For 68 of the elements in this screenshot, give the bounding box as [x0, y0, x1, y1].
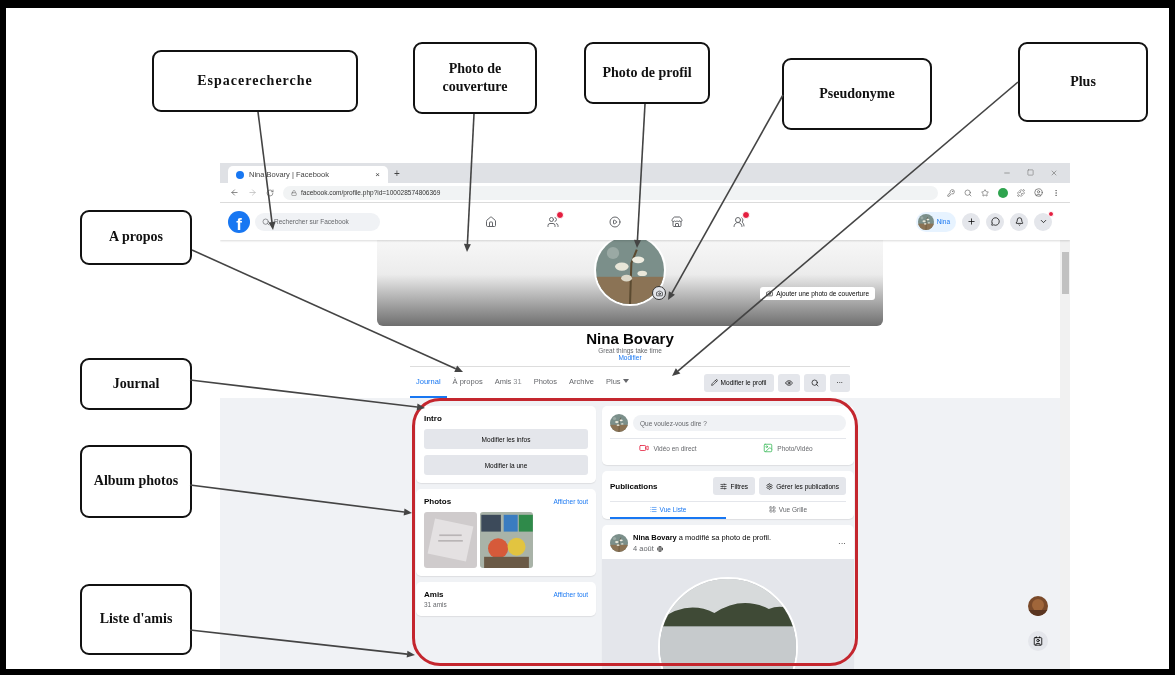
- contacts-icon: [1033, 636, 1043, 646]
- card-title: Intro: [424, 414, 443, 423]
- card-title: Publications: [610, 481, 658, 491]
- callout-label: Journal: [80, 358, 192, 410]
- back-icon: [230, 188, 239, 197]
- post-menu-button[interactable]: ···: [838, 538, 846, 548]
- plus-icon: [966, 217, 976, 226]
- pencil-icon: [710, 379, 718, 386]
- search-icon: [964, 188, 972, 197]
- filter-icon: [720, 482, 728, 490]
- video-camera-icon: [639, 443, 650, 453]
- facebook-logo[interactable]: f: [228, 210, 250, 233]
- search-icon: [810, 378, 819, 387]
- key-icon: [947, 188, 955, 197]
- home-icon: [485, 215, 497, 228]
- account-button[interactable]: [1034, 212, 1052, 231]
- new-tab-button[interactable]: +: [394, 167, 400, 179]
- close-icon: [1050, 169, 1058, 177]
- gear-icon: [766, 482, 774, 490]
- store-icon: [671, 215, 683, 228]
- friends-icon: [547, 215, 559, 228]
- camera-button[interactable]: [652, 286, 666, 300]
- camera-icon: [766, 290, 774, 297]
- groups-icon: [733, 215, 745, 228]
- callout-label: Album photos: [80, 445, 192, 518]
- menu-icon: [1052, 188, 1060, 197]
- favicon-icon: [236, 170, 244, 179]
- close-tab-button[interactable]: ×: [375, 170, 380, 179]
- callout-label: Photo de profil: [584, 42, 710, 104]
- notification-badge: [556, 210, 564, 219]
- profile-icon: [1034, 188, 1043, 197]
- chat-icon: [990, 217, 1000, 226]
- star-icon: [981, 188, 989, 197]
- caret-icon: [1038, 217, 1048, 226]
- forward-icon: [248, 188, 257, 197]
- view-as-button[interactable]: [777, 373, 800, 392]
- list-icon: [649, 506, 657, 513]
- video-icon: [609, 215, 621, 228]
- profile-name: Nina Bovary: [586, 330, 674, 347]
- notifications-button[interactable]: [1010, 212, 1028, 231]
- bell-icon: [1014, 217, 1024, 226]
- notification-badge: [1048, 210, 1054, 217]
- callout-label: Plus: [1018, 42, 1148, 122]
- camera-icon: [655, 289, 663, 297]
- callout-label: Espacerecherche: [152, 50, 358, 112]
- card-title: Photos: [424, 497, 452, 506]
- puzzle-icon: [1017, 188, 1025, 197]
- globe-icon: [656, 545, 663, 552]
- reload-icon: [266, 188, 274, 197]
- maximize-icon: [1027, 169, 1034, 176]
- eye-icon: [784, 378, 793, 387]
- contacts-button[interactable]: [1028, 631, 1048, 651]
- grid-icon: [768, 506, 776, 513]
- callout-label: Liste d'amis: [80, 584, 192, 655]
- callout-label: A propos: [80, 210, 192, 265]
- search-button[interactable]: [803, 373, 826, 392]
- minimize-icon: [1003, 169, 1011, 177]
- notification-badge: [742, 210, 750, 219]
- messenger-button[interactable]: [986, 212, 1004, 231]
- search-icon: [262, 217, 270, 226]
- extension-icon: [998, 187, 1008, 198]
- callout-label: Pseudonyme: [782, 58, 932, 130]
- scrollbar-thumb[interactable]: [1061, 252, 1069, 294]
- callout-label: Photo de couverture: [413, 42, 537, 114]
- image-icon: [763, 443, 774, 453]
- create-button[interactable]: [962, 212, 980, 231]
- lock-icon: [291, 189, 297, 196]
- card-title: Amis: [424, 590, 444, 599]
